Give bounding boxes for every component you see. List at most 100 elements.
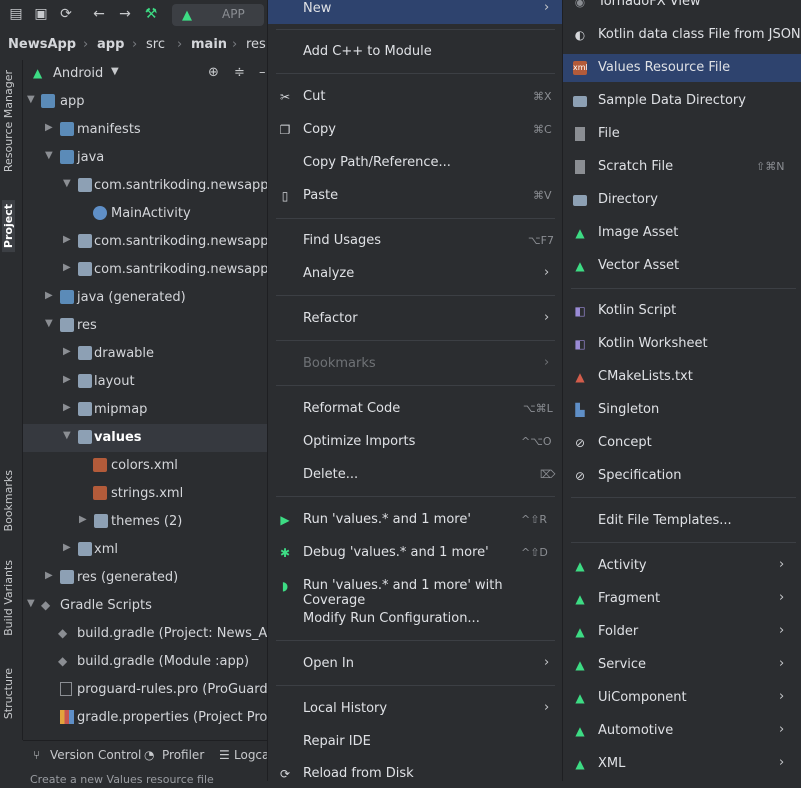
tab-resource-manager[interactable]: Resource Manager	[2, 70, 15, 172]
menu-item-paste[interactable]: ▯ Paste ⌘V	[268, 182, 563, 210]
chevron-right-icon[interactable]: ▶	[45, 290, 55, 301]
chevron-right-icon[interactable]: ▶	[63, 346, 73, 357]
menu-item-tornadofx-view[interactable]: ◉ TornadoFX View	[563, 0, 801, 16]
chevron-down-icon[interactable]: ▼	[63, 178, 73, 189]
tab-structure[interactable]: Structure	[2, 668, 15, 719]
menu-item-values-resource-file[interactable]: xml Values Resource File	[563, 54, 801, 82]
tree-node-themes[interactable]: ▶ themes (2)	[23, 508, 270, 536]
menu-item-add-cpp[interactable]: Add C++ to Module	[268, 38, 563, 66]
menu-item-scratch-file[interactable]: Scratch File ⇧⌘N	[563, 153, 801, 181]
tree-node-values[interactable]: ▼ values	[23, 424, 270, 452]
chevron-down-icon[interactable]: ▼	[27, 94, 37, 105]
menu-item-fragment[interactable]: ▲ Fragment ›	[563, 585, 801, 613]
menu-item-vector-asset[interactable]: ▲ Vector Asset	[563, 252, 801, 280]
chevron-down-icon[interactable]: ▼	[63, 430, 73, 441]
tab-version-control[interactable]: Version Control	[50, 748, 141, 762]
tree-node-drawable[interactable]: ▶ drawable	[23, 340, 270, 368]
tree-node-xml[interactable]: ▶ xml	[23, 536, 270, 564]
menu-item-directory[interactable]: Directory	[563, 186, 801, 214]
menu-item-service[interactable]: ▲ Service ›	[563, 651, 801, 679]
tree-node-package[interactable]: ▶ com.santrikoding.newsapp (te	[23, 256, 270, 284]
menu-item-file[interactable]: File	[563, 120, 801, 148]
tree-node-strings-xml[interactable]: strings.xml	[23, 480, 270, 508]
menu-item-analyze[interactable]: Analyze ›	[268, 260, 563, 288]
tab-logcat[interactable]: Logca	[234, 748, 269, 762]
breadcrumb-item[interactable]: src	[146, 37, 165, 52]
collapse-all-icon[interactable]: ≑	[234, 65, 245, 80]
menu-item-xml[interactable]: ▲ XML ›	[563, 750, 801, 778]
menu-item-kotlin-worksheet[interactable]: ◧ Kotlin Worksheet	[563, 330, 801, 358]
menu-item-automotive[interactable]: ▲ Automotive ›	[563, 717, 801, 745]
chevron-right-icon[interactable]: ▶	[63, 402, 73, 413]
chevron-down-icon[interactable]: ▼	[45, 150, 55, 161]
menu-item-reformat[interactable]: Reformat Code ⌥⌘L	[268, 395, 563, 423]
tree-node-java[interactable]: ▼ java	[23, 144, 270, 172]
chevron-down-icon[interactable]: ▼	[45, 318, 55, 329]
options-icon[interactable]: –	[259, 65, 266, 80]
menu-item-copy[interactable]: ❐ Copy ⌘C	[268, 116, 563, 144]
chevron-right-icon[interactable]: ▶	[63, 542, 73, 553]
chevron-right-icon[interactable]: ▶	[63, 234, 73, 245]
tree-node-mipmap[interactable]: ▶ mipmap	[23, 396, 270, 424]
menu-item-kotlin-script[interactable]: ◧ Kotlin Script	[563, 297, 801, 325]
menu-item-cmakelists[interactable]: ▲ CMakeLists.txt	[563, 363, 801, 391]
menu-item-copy-path[interactable]: Copy Path/Reference...	[268, 149, 563, 177]
menu-item-reload[interactable]: ⟳ Reload from Disk	[268, 760, 563, 788]
tab-profiler[interactable]: Profiler	[162, 748, 204, 762]
breadcrumb-item[interactable]: main	[191, 37, 227, 52]
chevron-right-icon[interactable]: ▶	[63, 374, 73, 385]
chevron-right-icon[interactable]: ▶	[79, 514, 89, 525]
project-view-selector[interactable]: Android	[53, 66, 103, 81]
menu-item-sample-data-directory[interactable]: Sample Data Directory	[563, 87, 801, 115]
tree-node-java-generated[interactable]: ▶ java (generated)	[23, 284, 270, 312]
back-arrow-icon[interactable]: ←	[91, 6, 107, 22]
menu-item-debug[interactable]: ✱ Debug 'values.* and 1 more' ^⇧D	[268, 539, 563, 567]
menu-item-kotlin-data-class[interactable]: ◐ Kotlin data class File from JSON	[563, 21, 801, 49]
menu-item-activity[interactable]: ▲ Activity ›	[563, 552, 801, 580]
tab-build-variants[interactable]: Build Variants	[2, 560, 15, 636]
menu-item-run[interactable]: ▶ Run 'values.* and 1 more' ^⇧R	[268, 506, 563, 534]
menu-item-image-asset[interactable]: ▲ Image Asset	[563, 219, 801, 247]
breadcrumb-item[interactable]: NewsApp	[8, 37, 76, 52]
forward-arrow-icon[interactable]: →	[117, 6, 133, 22]
sync-icon[interactable]: ⟳	[58, 6, 74, 22]
menu-item-uicomponent[interactable]: ▲ UiComponent ›	[563, 684, 801, 712]
menu-item-modify-run-config[interactable]: Modify Run Configuration...	[268, 605, 563, 633]
tab-project[interactable]: Project	[2, 200, 15, 253]
save-icon[interactable]: ▣	[33, 6, 49, 22]
menu-item-find-usages[interactable]: Find Usages ⌥F7	[268, 227, 563, 255]
tree-node-build-gradle-module[interactable]: ◆ build.gradle (Module :app)	[23, 648, 270, 676]
menu-item-optimize-imports[interactable]: Optimize Imports ^⌥O	[268, 428, 563, 456]
build-hammer-icon[interactable]: ⚒	[143, 6, 159, 22]
menu-item-bookmarks[interactable]: Bookmarks ›	[268, 350, 563, 378]
tree-node-res[interactable]: ▼ res	[23, 312, 270, 340]
chevron-down-icon[interactable]: ▼	[111, 66, 119, 77]
menu-item-concept[interactable]: ⊘ Concept	[563, 429, 801, 457]
tab-bookmarks[interactable]: Bookmarks	[2, 470, 15, 531]
tree-node-gradle-properties[interactable]: gradle.properties (Project Prope	[23, 704, 270, 732]
menu-item-open-in[interactable]: Open In ›	[268, 650, 563, 678]
chevron-right-icon[interactable]: ▶	[63, 262, 73, 273]
menu-item-local-history[interactable]: Local History ›	[268, 695, 563, 723]
tree-node-layout[interactable]: ▶ layout	[23, 368, 270, 396]
menu-item-edit-file-templates[interactable]: Edit File Templates...	[563, 507, 801, 535]
tree-node-package[interactable]: ▼ com.santrikoding.newsapp	[23, 172, 270, 200]
breadcrumb-item[interactable]: res	[246, 37, 266, 52]
menu-item-singleton[interactable]: ▙ Singleton	[563, 396, 801, 424]
tree-node-manifests[interactable]: ▶ manifests	[23, 116, 270, 144]
open-folder-icon[interactable]: ▤	[8, 6, 24, 22]
chevron-right-icon[interactable]: ▶	[45, 122, 55, 133]
tree-node-res-generated[interactable]: ▶ res (generated)	[23, 564, 270, 592]
tree-node-mainactivity[interactable]: MainActivity	[23, 200, 270, 228]
chevron-down-icon[interactable]: ▼	[27, 598, 37, 609]
menu-item-specification[interactable]: ⊘ Specification	[563, 462, 801, 490]
tree-node-package[interactable]: ▶ com.santrikoding.newsapp (a	[23, 228, 270, 256]
menu-item-new[interactable]: New ›	[268, 0, 563, 24]
tree-node-gradle-scripts[interactable]: ▼ ◆ Gradle Scripts	[23, 592, 270, 620]
tree-node-proguard[interactable]: proguard-rules.pro (ProGuard Ru	[23, 676, 270, 704]
menu-item-cut[interactable]: ✂ Cut ⌘X	[268, 83, 563, 111]
run-configuration-selector[interactable]: ▲ APP	[172, 4, 264, 26]
menu-item-repair-ide[interactable]: Repair IDE	[268, 728, 563, 756]
menu-item-run-coverage[interactable]: ◗ Run 'values.* and 1 more' with Coverag…	[268, 572, 563, 608]
target-icon[interactable]: ⊕	[208, 65, 219, 80]
